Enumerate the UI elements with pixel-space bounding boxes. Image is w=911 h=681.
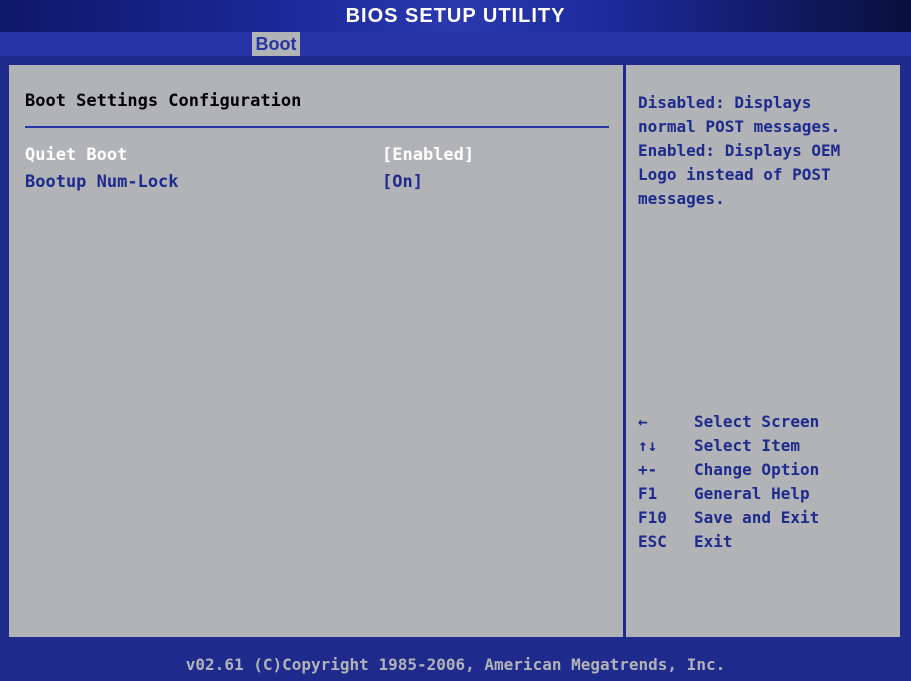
legend-row: F10 Save and Exit bbox=[638, 506, 819, 530]
setting-bootup-num-lock[interactable]: Bootup Num-Lock [On] bbox=[25, 172, 423, 192]
app-title: BIOS SETUP UTILITY bbox=[345, 5, 566, 27]
legend-label: Change Option bbox=[694, 460, 820, 479]
tab-bar: Boot bbox=[0, 32, 911, 56]
section-heading: Boot Settings Configuration bbox=[25, 91, 302, 111]
legend-label: General Help bbox=[694, 484, 810, 503]
legend-label: Select Screen bbox=[694, 412, 820, 431]
up-down-key: ↑↓ bbox=[638, 436, 658, 455]
f10-key: F10 bbox=[638, 508, 667, 527]
legend-row: +- Change Option bbox=[638, 458, 819, 482]
main-frame: Boot Settings Configuration Quiet Boot [E… bbox=[6, 62, 903, 640]
setting-value[interactable]: [On] bbox=[382, 172, 423, 192]
left-arrow-key: ← bbox=[638, 412, 648, 431]
legend-label: Select Item bbox=[694, 436, 800, 455]
copyright-text: v02.61 (C)Copyright 1985-2006, American … bbox=[185, 655, 726, 674]
esc-key: ESC bbox=[638, 532, 667, 551]
legend-row: F1 General Help bbox=[638, 482, 819, 506]
setting-label: Quiet Boot bbox=[25, 145, 128, 165]
settings-pane: Boot Settings Configuration Quiet Boot [E… bbox=[9, 65, 623, 637]
legend-row: ESC Exit bbox=[638, 530, 819, 554]
footer: v02.61 (C)Copyright 1985-2006, American … bbox=[0, 648, 911, 681]
tab-boot[interactable]: Boot bbox=[252, 32, 300, 56]
plus-minus-key: +- bbox=[638, 460, 658, 479]
divider bbox=[25, 126, 609, 128]
f1-key: F1 bbox=[638, 484, 658, 503]
help-text: Disabled: Displays normal POST messages.… bbox=[638, 93, 841, 208]
setting-value[interactable]: [Enabled] bbox=[382, 145, 474, 165]
title-bar: BIOS SETUP UTILITY bbox=[0, 0, 911, 32]
setting-quiet-boot[interactable]: Quiet Boot [Enabled] bbox=[25, 145, 474, 165]
legend-label: Exit bbox=[694, 532, 733, 551]
legend-row: ↑↓ Select Item bbox=[638, 434, 819, 458]
setting-label: Bootup Num-Lock bbox=[25, 172, 179, 192]
legend-label: Save and Exit bbox=[694, 508, 820, 527]
help-pane: Disabled: Displays normal POST messages.… bbox=[623, 65, 900, 637]
legend-row: ← Select Screen bbox=[638, 410, 819, 434]
key-legend: ← Select Screen ↑↓ Select Item +- Change Op… bbox=[638, 410, 819, 554]
